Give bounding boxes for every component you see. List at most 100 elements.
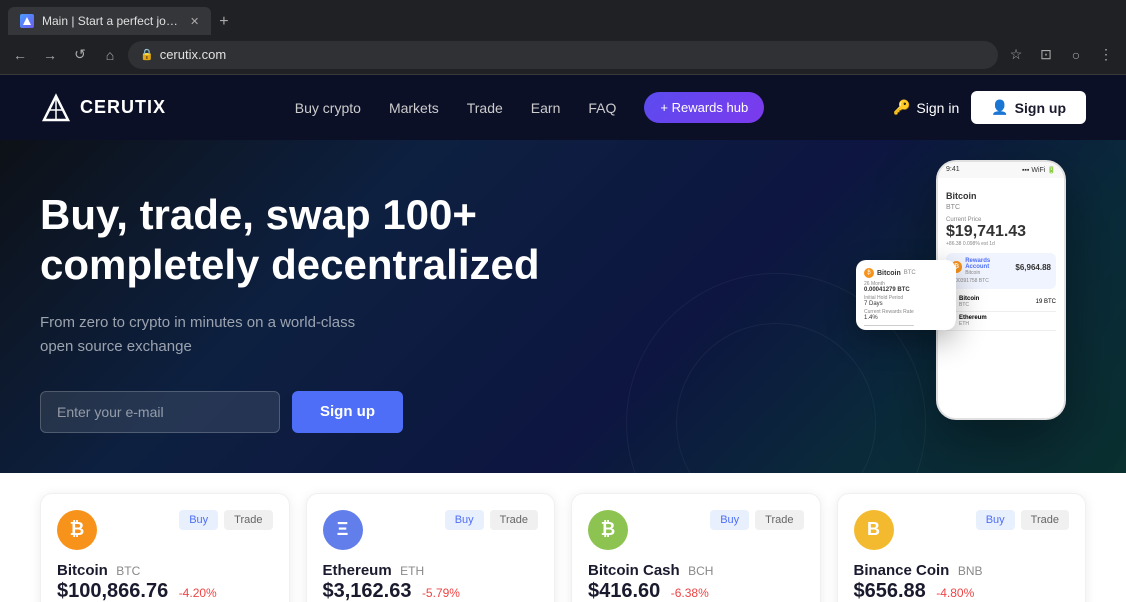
bnb-buy-button[interactable]: Buy	[976, 510, 1015, 530]
user-icon: 👤	[991, 99, 1008, 116]
eth-name: Ethereum	[323, 562, 392, 579]
signin-button[interactable]: 🔑 Sign in	[893, 99, 959, 116]
card-hold-val: 7 Days	[864, 301, 948, 307]
phone-coin-symbol: BTC	[946, 204, 1056, 211]
browser-tab-bar: Main | Start a perfect journey ✕ +	[0, 0, 1126, 35]
eth-card-actions: Buy Trade	[445, 510, 538, 530]
crypto-cards-section: ₿ Buy Trade Bitcoin BTC $100,866.76 -4.2…	[0, 473, 1126, 602]
card-header-bnb: B Buy Trade	[854, 510, 1070, 550]
crypto-card-eth: Ξ Buy Trade Ethereum ETH $3,162.63 -5.79…	[306, 493, 556, 602]
bnb-trade-button[interactable]: Trade	[1021, 510, 1069, 530]
card-btc-icon: ₿	[864, 268, 874, 278]
card-rate-val: 1.4%	[864, 315, 948, 321]
tab-favicon	[20, 14, 34, 28]
bnb-change: -4.80%	[936, 586, 974, 600]
bch-price: $416.60	[588, 580, 660, 602]
phone-reward-box: ₿ Rewards Account Bitcoin $6,964.88 0.00…	[946, 253, 1056, 289]
bnb-card-actions: Buy Trade	[976, 510, 1069, 530]
phone-btc-val: 19 BTC	[1036, 299, 1056, 305]
logo[interactable]: CERUTIX	[40, 92, 166, 124]
forward-button[interactable]: →	[38, 43, 62, 67]
tab-title: Main | Start a perfect journey	[42, 14, 182, 28]
url-text: cerutix.com	[160, 47, 226, 62]
card-header-eth: Ξ Buy Trade	[323, 510, 539, 550]
hero-content: Buy, trade, swap 100+ completely decentr…	[40, 190, 540, 433]
phone-time: 9:41	[946, 166, 960, 174]
phone-content: Bitcoin BTC Current Price $19,741.43 +86…	[938, 178, 1064, 339]
card-coin-name: Bitcoin	[877, 270, 901, 277]
nav-buy-crypto[interactable]: Buy crypto	[295, 100, 361, 116]
signup-button[interactable]: 👤 Sign up	[971, 91, 1086, 124]
eth-trade-button[interactable]: Trade	[490, 510, 538, 530]
bnb-coin-icon: B	[854, 510, 894, 550]
email-input[interactable]	[40, 391, 280, 433]
card-btc-amount: 0.00041279 BTC	[864, 287, 948, 293]
btc-trade-button[interactable]: Trade	[224, 510, 272, 530]
phone-signal: ▪▪▪ WiFi 🔋	[1022, 166, 1056, 174]
card-header-bch: ₿ Buy Trade	[588, 510, 804, 550]
phone-eth-info: Ethereum ETH	[959, 315, 987, 327]
menu-button[interactable]: ⋮	[1094, 43, 1118, 67]
phone-status-bar: 9:41 ▪▪▪ WiFi 🔋	[938, 162, 1064, 178]
eth-buy-button[interactable]: Buy	[445, 510, 484, 530]
nav-markets[interactable]: Markets	[389, 100, 439, 116]
bookmark-button[interactable]: ☆	[1004, 43, 1028, 67]
rewards-hub-button[interactable]: + Rewards hub	[644, 92, 764, 123]
reward-row: ₿ Rewards Account Bitcoin $6,964.88	[951, 258, 1051, 276]
bch-name: Bitcoin Cash	[588, 562, 680, 579]
nav-trade[interactable]: Trade	[467, 100, 503, 116]
phone-price: $19,741.43	[946, 223, 1056, 241]
new-tab-button[interactable]: +	[211, 9, 236, 35]
address-bar[interactable]: 🔒 cerutix.com	[128, 41, 998, 69]
phone-mockup: 9:41 ▪▪▪ WiFi 🔋 Bitcoin BTC Current Pric…	[936, 160, 1066, 420]
crypto-grid: ₿ Buy Trade Bitcoin BTC $100,866.76 -4.2…	[40, 493, 1086, 602]
crypto-card-bnb: B Buy Trade Binance Coin BNB $656.88 -4.…	[837, 493, 1087, 602]
bnb-name: Binance Coin	[854, 562, 950, 579]
phone-coin-list: Bitcoin BTC 19 BTC Ethereum ETH	[946, 293, 1056, 331]
eth-price-row: $3,162.63 -5.79%	[323, 580, 539, 602]
back-button[interactable]: ←	[8, 43, 32, 67]
security-icon: 🔒	[140, 48, 154, 61]
hero-subtitle: From zero to crypto in minutes on a worl…	[40, 311, 390, 359]
reload-button[interactable]: ↺	[68, 43, 92, 67]
bch-card-actions: Buy Trade	[710, 510, 803, 530]
bch-change: -6.38%	[671, 586, 709, 600]
bch-buy-button[interactable]: Buy	[710, 510, 749, 530]
bch-symbol: BCH	[688, 564, 713, 578]
card-divider	[864, 325, 914, 326]
key-icon: 🔑	[893, 99, 910, 116]
page-content: CERUTIX Buy crypto Markets Trade Earn FA…	[0, 75, 1126, 602]
logo-text: CERUTIX	[80, 97, 166, 118]
eth-coin-name-row: Ethereum ETH	[323, 562, 539, 580]
hero-form: Sign up	[40, 391, 540, 433]
phone-price-change: +86.38 0.098% est 1d	[946, 241, 1056, 247]
rewards-card: ₿ Bitcoin BTC 26 Month 0.00041279 BTC In…	[856, 260, 956, 330]
home-button[interactable]: ⌂	[98, 43, 122, 67]
crypto-card-btc: ₿ Buy Trade Bitcoin BTC $100,866.76 -4.2…	[40, 493, 290, 602]
eth-change: -5.79%	[422, 586, 460, 600]
nav-earn[interactable]: Earn	[531, 100, 561, 116]
btc-name: Bitcoin	[57, 562, 108, 579]
eth-symbol: ETH	[400, 564, 424, 578]
site-header: CERUTIX Buy crypto Markets Trade Earn FA…	[0, 75, 1126, 140]
active-tab[interactable]: Main | Start a perfect journey ✕	[8, 7, 211, 35]
profile-button[interactable]: ○	[1064, 43, 1088, 67]
extensions-button[interactable]: ⊡	[1034, 43, 1058, 67]
crypto-card-bch: ₿ Buy Trade Bitcoin Cash BCH $416.60 -6.…	[571, 493, 821, 602]
btc-card-actions: Buy Trade	[179, 510, 272, 530]
phone-btc-row: Bitcoin BTC 19 BTC	[946, 293, 1056, 312]
bch-price-row: $416.60 -6.38%	[588, 580, 804, 602]
card-header-btc: ₿ Buy Trade	[57, 510, 273, 550]
tab-close-button[interactable]: ✕	[190, 15, 199, 28]
hero-signup-button[interactable]: Sign up	[292, 391, 403, 433]
bch-coin-icon: ₿	[588, 510, 628, 550]
header-actions: 🔑 Sign in 👤 Sign up	[893, 91, 1086, 124]
eth-coin-icon: Ξ	[323, 510, 363, 550]
btc-buy-button[interactable]: Buy	[179, 510, 218, 530]
eth-price: $3,162.63	[323, 580, 412, 602]
bch-trade-button[interactable]: Trade	[755, 510, 803, 530]
btc-symbol: BTC	[116, 564, 140, 578]
nav-faq[interactable]: FAQ	[588, 100, 616, 116]
reward-labels: Rewards Account Bitcoin	[965, 258, 1012, 276]
browser-address-bar-row: ← → ↺ ⌂ 🔒 cerutix.com ☆ ⊡ ○ ⋮	[0, 35, 1126, 75]
